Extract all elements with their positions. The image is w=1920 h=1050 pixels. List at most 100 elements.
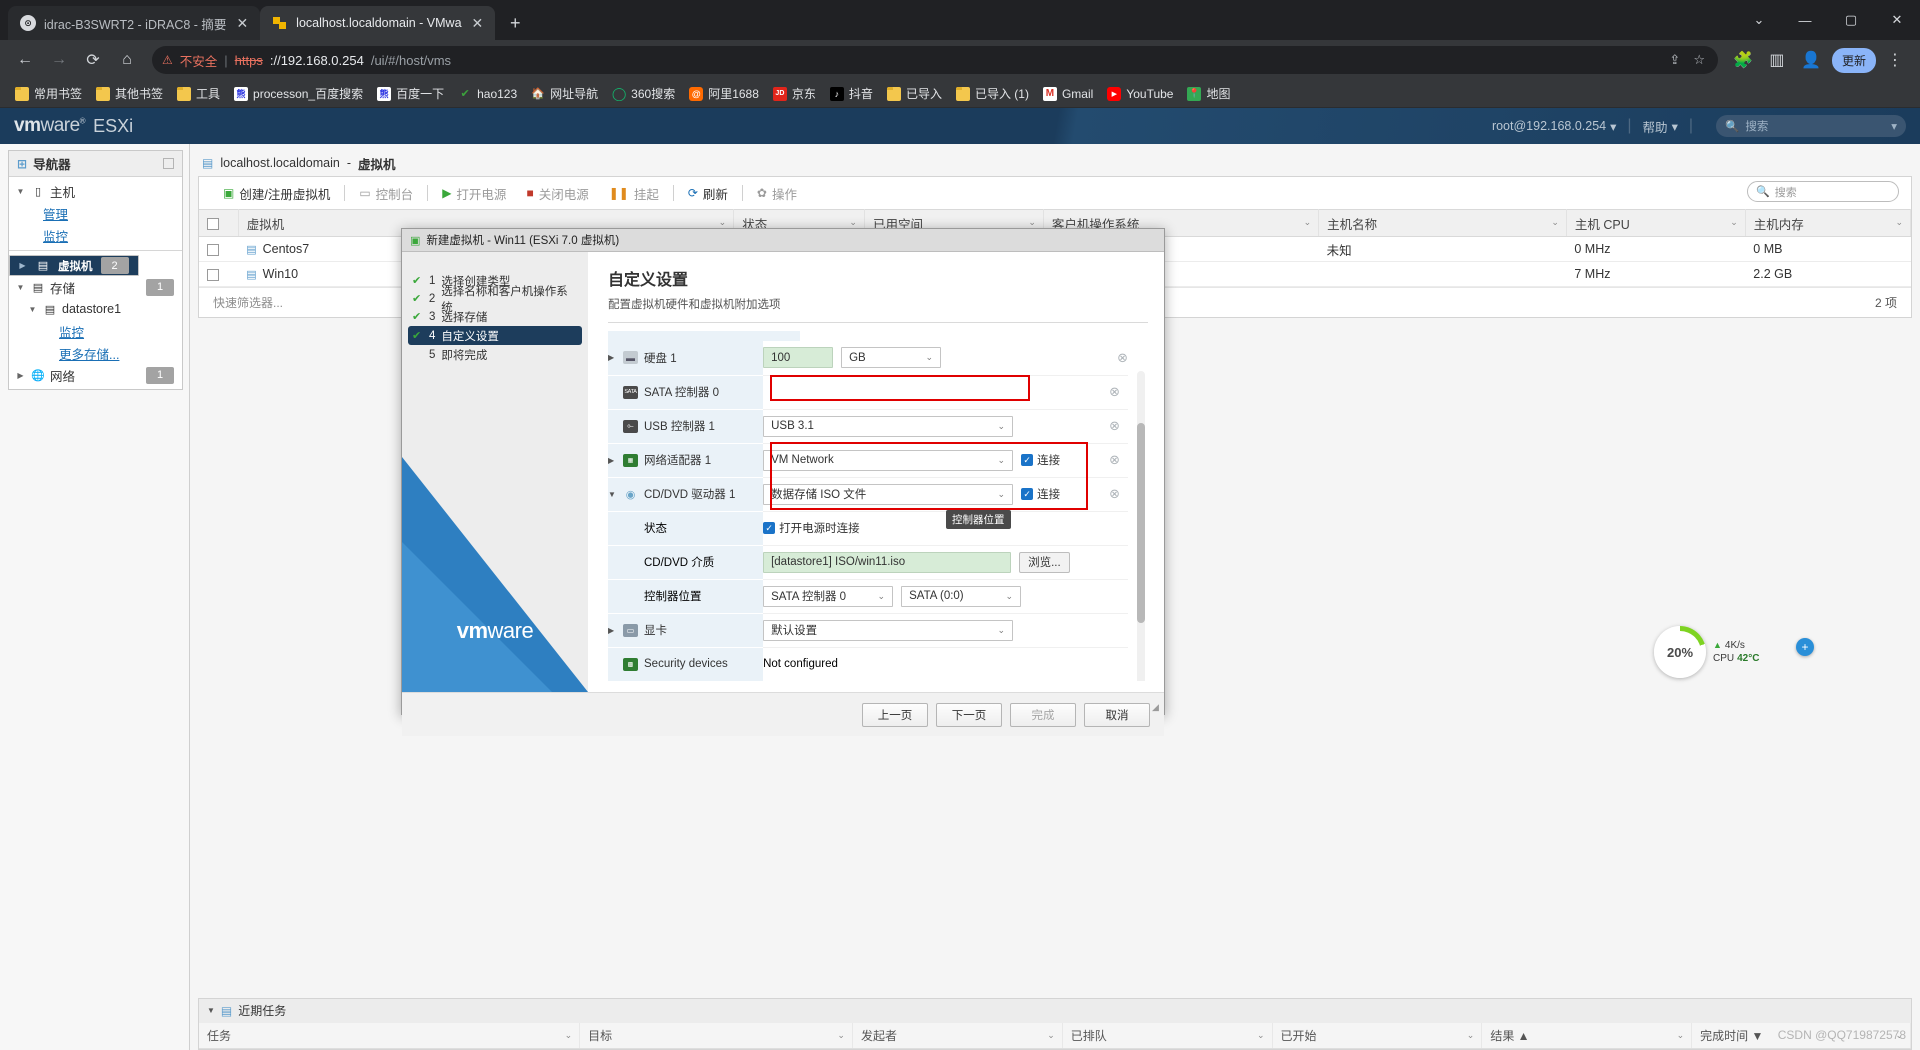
help-menu[interactable]: 帮助 ▾	[1643, 117, 1678, 136]
chevron-down-icon[interactable]: ⌄	[837, 1030, 845, 1041]
browser-tab-idrac[interactable]: ⊙ idrac-B3SWRT2 - iDRAC8 - 摘要 ✕	[8, 6, 261, 40]
toolbar-create-vm[interactable]: ▣ 创建/注册虚拟机	[213, 184, 340, 203]
bookmark-item[interactable]: 📍 地图	[1180, 83, 1237, 104]
wizard-step-5[interactable]: 5 即将完成	[402, 346, 588, 363]
wizard-step-4[interactable]: ✔ 4 自定义设置	[408, 326, 582, 345]
puzzle-icon[interactable]: 🧩	[1728, 45, 1758, 75]
bookmark-item[interactable]: 其他书签	[89, 83, 170, 104]
user-menu[interactable]: root@192.168.0.254 ▾	[1492, 119, 1616, 134]
chevron-icon[interactable]: ▼	[15, 283, 26, 292]
sidebar-item-网络[interactable]: ▶ 🌐 网络 1	[9, 364, 182, 386]
power-on-connect-checkbox[interactable]: ✓	[763, 522, 776, 534]
toolbar-console[interactable]: ▭ 控制台	[349, 184, 423, 203]
sidebar-item-监控[interactable]: 监控	[9, 224, 182, 246]
update-button[interactable]: 更新	[1831, 47, 1876, 73]
bookmark-item[interactable]: ◯ 360搜索	[605, 83, 682, 104]
column-header[interactable]: 已开始 ⌄	[1272, 1022, 1483, 1049]
reload-icon[interactable]: ⟳	[78, 45, 108, 75]
chevron-down-icon[interactable]: ⌄	[719, 217, 727, 228]
disk-size-input[interactable]: 100	[763, 347, 834, 369]
device-value-select[interactable]: 默认设置 ⌄	[763, 619, 1014, 641]
chevron-icon[interactable]: ▶	[17, 261, 28, 270]
pin-icon[interactable]	[163, 158, 174, 169]
plus-icon[interactable]: +	[1796, 638, 1814, 656]
expand-icon[interactable]: ⌄	[1736, 0, 1782, 40]
chevron-down-icon[interactable]: ⌄	[1257, 1030, 1265, 1041]
row-checkbox[interactable]	[207, 243, 219, 256]
toolbar-gear[interactable]: ✿ 操作	[747, 184, 807, 203]
device-value-select[interactable]: VM Network ⌄	[763, 449, 1014, 471]
remove-icon[interactable]: ⊗	[1109, 418, 1120, 434]
toolbar-power-off[interactable]: ■ 关闭电源	[516, 184, 598, 203]
chevron-icon[interactable]: ▶	[608, 626, 617, 635]
iso-path-input[interactable]: [datastore1] ISO/win11.iso	[763, 551, 1012, 573]
scrollbar-thumb[interactable]	[1137, 423, 1145, 623]
sidebar-item-datastore1[interactable]: ▼ ▤ datastore1	[9, 298, 182, 320]
connected-checkbox[interactable]: ✓	[1021, 488, 1034, 500]
browser-menu-icon[interactable]: ⋮	[1880, 45, 1910, 75]
dialog-button-3[interactable]: 取消	[1084, 702, 1150, 727]
sidebar-item-管理[interactable]: 管理	[9, 202, 182, 224]
sidebar-item-更多存储...[interactable]: 更多存储...	[9, 342, 182, 364]
sidepanel-icon[interactable]: ▥	[1762, 45, 1792, 75]
column-header[interactable]: 目标 ⌄	[579, 1022, 853, 1049]
bookmark-item[interactable]: JD 京东	[766, 83, 823, 104]
wizard-step-2[interactable]: ✔ 2 选择名称和客户机操作系统	[402, 286, 588, 314]
maximize-button[interactable]: ▢	[1828, 0, 1874, 40]
close-icon[interactable]: ✕	[234, 16, 250, 30]
resize-handle[interactable]: ◢	[1152, 702, 1162, 712]
close-window-button[interactable]: ✕	[1874, 0, 1920, 40]
chevron-down-icon[interactable]: ⌄	[1467, 1030, 1475, 1041]
chevron-down-icon[interactable]: ▾	[1891, 119, 1897, 133]
bookmark-item[interactable]: 熊百度一下	[370, 83, 451, 104]
forward-icon[interactable]: →	[44, 45, 74, 75]
sidebar-item-存储[interactable]: ▼ ▤ 存储 1	[9, 276, 182, 298]
chevron-icon[interactable]: ▼	[15, 187, 26, 196]
bookmark-item[interactable]: ✔ hao123	[451, 85, 524, 103]
quick-filter-input[interactable]: 快速筛选器...	[213, 294, 283, 311]
bookmark-item[interactable]: 工具	[170, 83, 227, 104]
remove-icon[interactable]: ⊗	[1109, 452, 1120, 468]
table-search-input[interactable]: 🔍 搜索	[1747, 181, 1899, 202]
bookmark-item[interactable]: @ 阿里1688	[682, 83, 766, 104]
column-header[interactable]: 主机内存 ⌄	[1745, 209, 1912, 237]
column-header[interactable]: 结果 ▲ ⌄	[1481, 1022, 1693, 1049]
remove-icon[interactable]: ⊗	[1109, 486, 1120, 502]
chevron-icon[interactable]: ▶	[15, 371, 26, 380]
disk-unit-select[interactable]: GB ⌄	[841, 347, 942, 369]
sidebar-item-主机[interactable]: ▼ ▯ 主机	[9, 180, 182, 202]
select-all-checkbox[interactable]	[207, 217, 219, 230]
recent-tasks-header[interactable]: ▼ ▤ 近期任务	[199, 998, 1911, 1023]
browser-tab-vmware[interactable]: localhost.localdomain - VMwa ✕	[260, 6, 496, 40]
bookmark-item[interactable]: 常用书签	[8, 83, 89, 104]
chevron-icon[interactable]: ▼	[608, 490, 617, 499]
chevron-icon[interactable]: ▶	[608, 353, 617, 362]
chevron-icon[interactable]: ▶	[608, 456, 617, 465]
close-icon[interactable]: ✕	[470, 16, 486, 30]
bookmark-item[interactable]: 🏠 网址导航	[524, 83, 605, 104]
row-checkbox[interactable]	[207, 268, 219, 281]
toolbar-suspend[interactable]: ❚❚ 挂起	[599, 184, 669, 203]
cpu-monitor-widget[interactable]: 20% ▲ 4K/s CPU 42°C +	[1654, 626, 1814, 678]
chevron-icon[interactable]: ▼	[27, 305, 38, 314]
chevron-down-icon[interactable]: ⌄	[1895, 217, 1903, 228]
chevron-down-icon[interactable]: ⌄	[1047, 1030, 1055, 1041]
column-header[interactable]: 发起者 ⌄	[852, 1022, 1063, 1049]
bookmark-item[interactable]: 已导入 (1)	[949, 83, 1036, 104]
chevron-down-icon[interactable]: ⌄	[1730, 217, 1738, 228]
share-icon[interactable]: ⇪	[1666, 52, 1683, 68]
new-tab-button[interactable]: +	[501, 9, 529, 37]
dialog-button-1[interactable]: 下一页	[936, 702, 1002, 727]
header-search-input[interactable]: 🔍 搜索 ▾	[1716, 115, 1906, 137]
bookmark-item[interactable]: 已导入	[880, 83, 949, 104]
sidebar-item-虚拟机[interactable]: ▶ ▤ 虚拟机 2	[9, 255, 139, 276]
browse-button[interactable]: 浏览...	[1019, 551, 1070, 573]
back-icon[interactable]: ←	[10, 45, 40, 75]
bookmark-item[interactable]: 熊 processon_百度搜索	[227, 83, 370, 104]
scrollbar[interactable]	[1137, 371, 1145, 681]
home-icon[interactable]: ⌂	[112, 45, 142, 75]
address-bar[interactable]: ⚠ 不安全 | https ://192.168.0.254 /ui/#/hos…	[152, 46, 1718, 74]
bookmark-item[interactable]: ▶ YouTube	[1100, 85, 1180, 103]
chevron-down-icon[interactable]: ⌄	[1304, 217, 1312, 228]
column-header[interactable]: 已排队 ⌄	[1062, 1022, 1273, 1049]
